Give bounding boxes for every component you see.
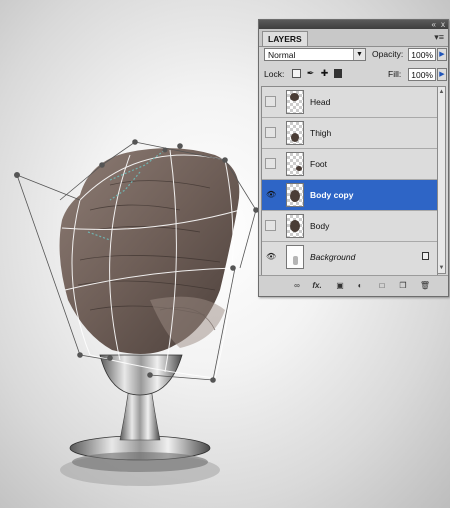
visibility-toggle[interactable]	[265, 158, 276, 169]
visibility-toggle[interactable]	[265, 96, 276, 107]
scroll-down-icon[interactable]: ▼	[438, 264, 445, 272]
group-icon[interactable]: □	[376, 280, 388, 291]
thumbnail-content	[293, 256, 298, 265]
lock-all-icon[interactable]	[334, 69, 342, 78]
collapse-icon[interactable]: «	[432, 20, 436, 29]
blend-mode-value: Normal	[268, 50, 296, 60]
link-icon[interactable]: ∞	[291, 280, 303, 291]
fill-label: Fill:	[388, 69, 402, 79]
visibility-toggle[interactable]	[265, 127, 276, 138]
adjustment-icon[interactable]: ◐	[354, 280, 366, 291]
trash-icon[interactable]: 🗑	[419, 280, 431, 291]
opacity-slider-button[interactable]: ▶	[437, 48, 447, 61]
panel-toolbar: ∞ fx. ▣ ◐ □ ❐ 🗑	[259, 275, 448, 296]
layer-name: Background	[310, 252, 356, 262]
layer-thumbnail	[286, 90, 304, 114]
close-icon[interactable]: x	[441, 20, 445, 29]
eye-icon[interactable]: 👁	[265, 251, 276, 262]
layer-name: Thigh	[310, 128, 332, 138]
panel-tab-row: LAYERS ▾≡	[259, 29, 448, 47]
layers-scrollbar[interactable]: ▲ ▼	[437, 86, 446, 274]
visibility-toggle[interactable]	[265, 220, 276, 231]
layer-thumbnail	[286, 183, 304, 207]
lock-icon	[422, 252, 429, 260]
lock-fill-row: Lock: ✒ ✚ Fill: 100% ▶	[264, 68, 447, 83]
scroll-up-icon[interactable]: ▲	[438, 88, 445, 96]
lock-position-icon[interactable]: ✚	[320, 69, 329, 78]
layer-thumbnail	[286, 121, 304, 145]
layer-name: Body	[310, 221, 330, 231]
fx-icon[interactable]: fx.	[311, 280, 323, 291]
new-layer-icon[interactable]: ❐	[397, 280, 409, 291]
layer-row-body-copy[interactable]: 👁 Body copy	[262, 180, 437, 211]
blend-opacity-row: Normal ▼ Opacity: 100% ▶	[264, 48, 447, 63]
tab-layers[interactable]: LAYERS	[262, 31, 308, 46]
thumbnail-content	[290, 220, 300, 232]
layer-row-head[interactable]: Head	[262, 87, 437, 118]
lock-label: Lock:	[264, 69, 285, 79]
eye-icon[interactable]: 👁	[265, 189, 276, 200]
layer-thumbnail	[286, 245, 304, 269]
layer-thumbnail	[286, 152, 304, 176]
layers-list: Head Thigh Foot 👁 Body copy Body 👁 Backg…	[261, 86, 438, 276]
fill-input[interactable]: 100%	[408, 68, 436, 81]
layer-row-thigh[interactable]: Thigh	[262, 118, 437, 149]
layers-panel: « x LAYERS ▾≡ Normal ▼ Opacity: 100% ▶ L…	[258, 19, 449, 297]
panel-titlebar[interactable]: « x	[259, 20, 448, 29]
opacity-input[interactable]: 100%	[408, 48, 436, 61]
thumbnail-content	[290, 190, 300, 202]
layer-thumbnail	[286, 214, 304, 238]
thumbnail-content	[296, 166, 302, 171]
layer-row-background[interactable]: 👁 Background	[262, 242, 437, 273]
thumbnail-content	[290, 93, 299, 101]
layer-row-foot[interactable]: Foot	[262, 149, 437, 180]
fill-slider-button[interactable]: ▶	[437, 68, 447, 81]
blend-mode-select[interactable]: Normal ▼	[264, 48, 366, 61]
chevron-down-icon: ▼	[353, 49, 365, 60]
layer-name: Head	[310, 97, 331, 107]
layer-name: Body copy	[310, 190, 354, 200]
lock-pixels-icon[interactable]: ✒	[306, 69, 315, 78]
opacity-label: Opacity:	[372, 49, 404, 59]
lock-transparency-icon[interactable]	[292, 69, 301, 78]
layer-name: Foot	[310, 159, 328, 169]
layer-row-body[interactable]: Body	[262, 211, 437, 242]
thumbnail-content	[291, 133, 299, 142]
menu-icon[interactable]: ▾≡	[434, 32, 444, 42]
mask-icon[interactable]: ▣	[334, 280, 346, 291]
